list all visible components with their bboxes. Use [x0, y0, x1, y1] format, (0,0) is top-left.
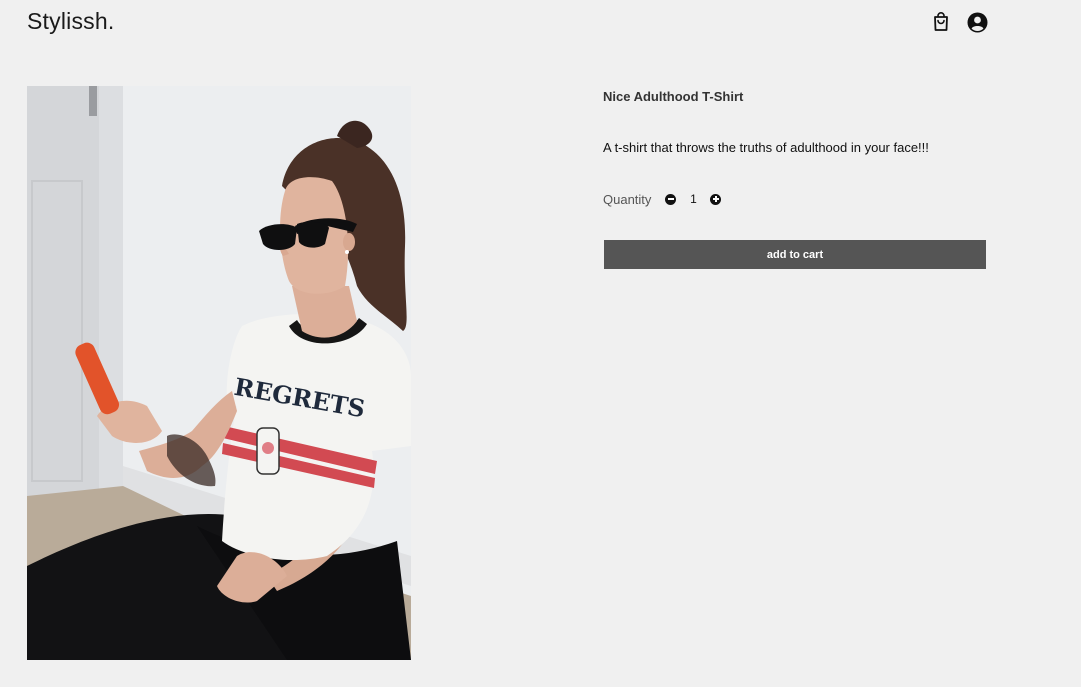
minus-circle-icon[interactable] — [665, 193, 677, 205]
quantity-label: Quantity — [603, 191, 652, 207]
site-header: Stylissh. — [0, 0, 1081, 50]
add-to-cart-button[interactable]: add to cart — [604, 240, 986, 269]
product-image: REGRETS — [27, 86, 411, 660]
site-logo[interactable]: Stylissh. — [27, 8, 114, 35]
product-description: A t-shirt that throws the truths of adul… — [603, 140, 929, 155]
quantity-stepper: Quantity 1 — [603, 190, 722, 208]
quantity-value: 1 — [690, 192, 697, 206]
user-circle-icon[interactable] — [966, 11, 988, 33]
plus-circle-icon[interactable] — [710, 193, 722, 205]
product-title: Nice Adulthood T-Shirt — [603, 89, 744, 104]
shopping-bag-icon[interactable] — [930, 11, 952, 33]
